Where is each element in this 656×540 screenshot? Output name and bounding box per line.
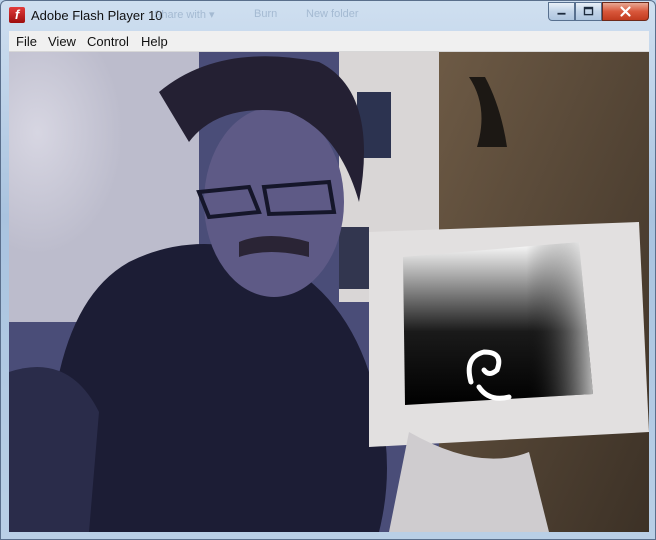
maximize-button[interactable]: [575, 2, 602, 21]
menu-view[interactable]: View: [48, 34, 76, 49]
menu-control[interactable]: Control: [87, 34, 129, 49]
maximize-icon: [583, 6, 594, 16]
menu-file[interactable]: File: [16, 34, 37, 49]
ar-box-side: [403, 242, 593, 405]
menu-help[interactable]: Help: [141, 34, 168, 49]
webcam-ar-scene: [9, 52, 649, 532]
background-toolbar-new-folder: New folder: [306, 8, 359, 20]
close-icon: [620, 6, 631, 17]
window-title: Adobe Flash Player 10: [31, 8, 163, 23]
close-button[interactable]: [602, 2, 649, 21]
wall-frame-2: [339, 227, 369, 289]
minimize-button[interactable]: [548, 2, 575, 21]
person-arm: [9, 367, 99, 532]
menu-bar: File View Control Help: [9, 31, 649, 52]
flash-player-icon[interactable]: f: [9, 7, 25, 23]
background-toolbar-burn: Burn: [254, 8, 278, 20]
app-window: f Adobe Flash Player 10 Share with ▾ Bur…: [0, 0, 656, 540]
minimize-icon: [557, 12, 566, 15]
person-face: [204, 107, 344, 297]
flash-stage[interactable]: [9, 52, 649, 532]
title-bar[interactable]: f Adobe Flash Player 10 Share with ▾ Bur…: [1, 1, 655, 31]
background-toolbar-share: Share with ▾: [154, 9, 215, 21]
